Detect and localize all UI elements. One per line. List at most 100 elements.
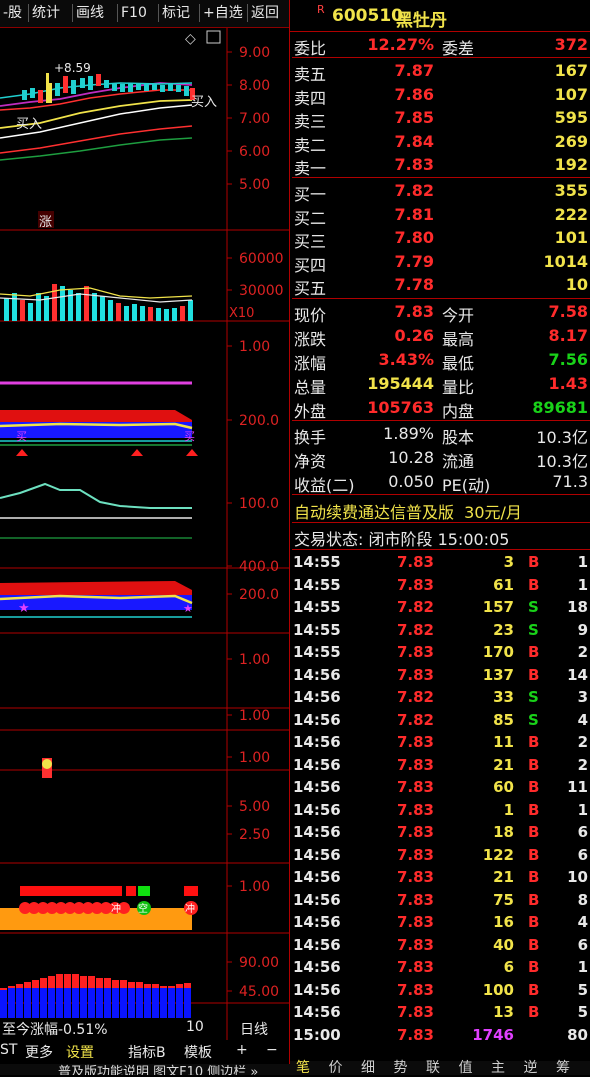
- tick-row: 14:56 7.83 16 B 4: [292, 911, 590, 934]
- tick-count: 4: [577, 913, 588, 931]
- up-arrow-icon: [16, 449, 28, 456]
- toolbar-item-0[interactable]: -股: [3, 3, 22, 23]
- tab-5[interactable]: 值: [459, 1057, 473, 1077]
- bar-green: [138, 886, 150, 896]
- toolbar-item-4[interactable]: 标记: [162, 3, 190, 23]
- volume-bar: [108, 300, 113, 321]
- tab-6[interactable]: 主: [491, 1057, 505, 1077]
- tick-price: 7.83: [396, 733, 434, 751]
- tick-time: 14:56: [293, 733, 341, 751]
- tab-0[interactable]: 笔: [296, 1057, 310, 1077]
- bid-price: 7.81: [394, 204, 434, 224]
- indicator-bar-blue: [152, 984, 159, 1018]
- ask-price: 7.84: [394, 131, 434, 151]
- bottom-button-3[interactable]: 指标B: [128, 1042, 166, 1062]
- ask-price: 7.86: [394, 84, 434, 104]
- tick-side: S: [528, 688, 539, 706]
- stop-label: 冲: [111, 902, 121, 915]
- tick-row: 14:56 7.82 85 S 4: [292, 709, 590, 732]
- tick-price: 7.82: [396, 620, 434, 639]
- bar-red-short: [126, 886, 136, 896]
- tick-side: B: [528, 778, 540, 796]
- stat-label-2: 今开: [442, 306, 475, 325]
- stock-code: 600510: [332, 6, 403, 26]
- ask-row: 卖一 7.83 192: [292, 153, 590, 178]
- tab-7[interactable]: 逆: [524, 1057, 538, 1077]
- tick-price: 7.83: [396, 553, 434, 571]
- tick-count: 6: [577, 845, 588, 864]
- tick-time: 15:00: [293, 1025, 341, 1044]
- ask-volume: 167: [554, 61, 588, 80]
- indicator-bar-blue: [144, 984, 151, 1018]
- tick-price: 7.83: [396, 665, 434, 684]
- tab-1[interactable]: 价: [329, 1057, 343, 1077]
- indicator-axis-label: 400.0: [239, 559, 279, 575]
- tick-count: 80: [567, 1025, 588, 1044]
- candlestick: [152, 84, 157, 90]
- bid-volume: 10: [565, 275, 588, 294]
- indicator-bar-blue: [184, 983, 191, 1018]
- tick-time: 14:56: [293, 935, 341, 954]
- toolbar-item-1[interactable]: 统计: [32, 3, 60, 23]
- bottom-button-6[interactable]: −: [266, 1042, 278, 1058]
- indicator-axis-label: 1.00: [239, 339, 270, 355]
- bid-label: 买三: [294, 232, 327, 251]
- diamond-icon: ◇: [185, 31, 196, 47]
- bottom-button-1[interactable]: 更多: [25, 1042, 53, 1062]
- period-selector[interactable]: 日线: [240, 1019, 268, 1039]
- toolbar-item-3[interactable]: F10: [121, 3, 147, 23]
- tick-time: 14:56: [293, 890, 341, 909]
- promo-text[interactable]: 自动续费通达信普及版 30元/月: [294, 499, 522, 523]
- chart-area[interactable]: ◇ 9.00 8.00 7.00 6.00 5.00 +8.59 买入 买入涨 60000 3000…: [0, 28, 290, 1040]
- tick-price: 7.83: [396, 913, 434, 931]
- tick-count: 14: [567, 665, 588, 684]
- indicator-bar-red: [56, 974, 63, 988]
- bid-price: 7.78: [394, 275, 434, 294]
- indicator-axis-label: 90.00: [239, 955, 279, 971]
- bid-volume: 355: [554, 181, 588, 200]
- indicator-bar-red: [136, 982, 143, 988]
- tick-time: 14:55: [293, 620, 341, 639]
- position-text: 至今涨幅-0.51%: [2, 1022, 108, 1038]
- stat-row: 总量 195444 量比 1.43: [292, 372, 590, 397]
- candlestick: [71, 80, 76, 94]
- toolbar-separator: [247, 4, 248, 22]
- tick-count: 4: [577, 710, 588, 729]
- tick-price: 7.82: [396, 710, 434, 729]
- tick-row: 14:55 7.82 157 S 18: [292, 596, 590, 619]
- price-axis-label: 5.00: [239, 177, 270, 193]
- tab-3[interactable]: 势: [394, 1057, 408, 1077]
- bid-label: 买四: [294, 255, 327, 275]
- candlestick: [112, 83, 117, 91]
- ask-volume: 107: [554, 84, 588, 104]
- tab-2[interactable]: 细: [361, 1057, 375, 1077]
- toolbar-item-2[interactable]: 画线: [76, 3, 104, 23]
- toolbar-item-5[interactable]: +自选: [203, 3, 243, 23]
- indicator-bar-red: [120, 980, 127, 988]
- ask-label: 卖一: [294, 159, 327, 178]
- tick-price: 7.83: [396, 1003, 434, 1021]
- bottom-button-2[interactable]: 设置: [66, 1042, 94, 1062]
- volume-bar: [76, 293, 81, 321]
- tick-row: 14:56 7.83 100 B 5: [292, 979, 590, 1002]
- star-mark: ★: [18, 601, 30, 616]
- toolbar-item-6[interactable]: 返回: [251, 3, 279, 23]
- tick-count: 9: [577, 620, 588, 639]
- tick-side: B: [528, 665, 540, 684]
- volume-bar: [124, 306, 129, 321]
- signal-mark: 买: [184, 430, 195, 443]
- bottom-button-5[interactable]: +: [236, 1042, 248, 1058]
- tick-row: 14:56 7.83 137 B 14: [292, 664, 590, 687]
- candlestick: [38, 90, 43, 103]
- indicator-bar-blue: [176, 984, 183, 1018]
- tick-row: 14:56 7.83 21 B 10: [292, 866, 590, 889]
- indicator-bar-blue: [16, 984, 23, 1018]
- bottom-button-4[interactable]: 模板: [184, 1042, 212, 1062]
- indicator-bar-red: [48, 976, 55, 988]
- tab-4[interactable]: 联: [426, 1057, 440, 1077]
- tick-side: B: [528, 575, 540, 594]
- tick-row: 14:56 7.82 33 S 3: [292, 686, 590, 709]
- tab-8[interactable]: 筹: [556, 1057, 570, 1077]
- tick-count: 1: [577, 575, 588, 594]
- bottom-button-0[interactable]: ST: [0, 1042, 17, 1058]
